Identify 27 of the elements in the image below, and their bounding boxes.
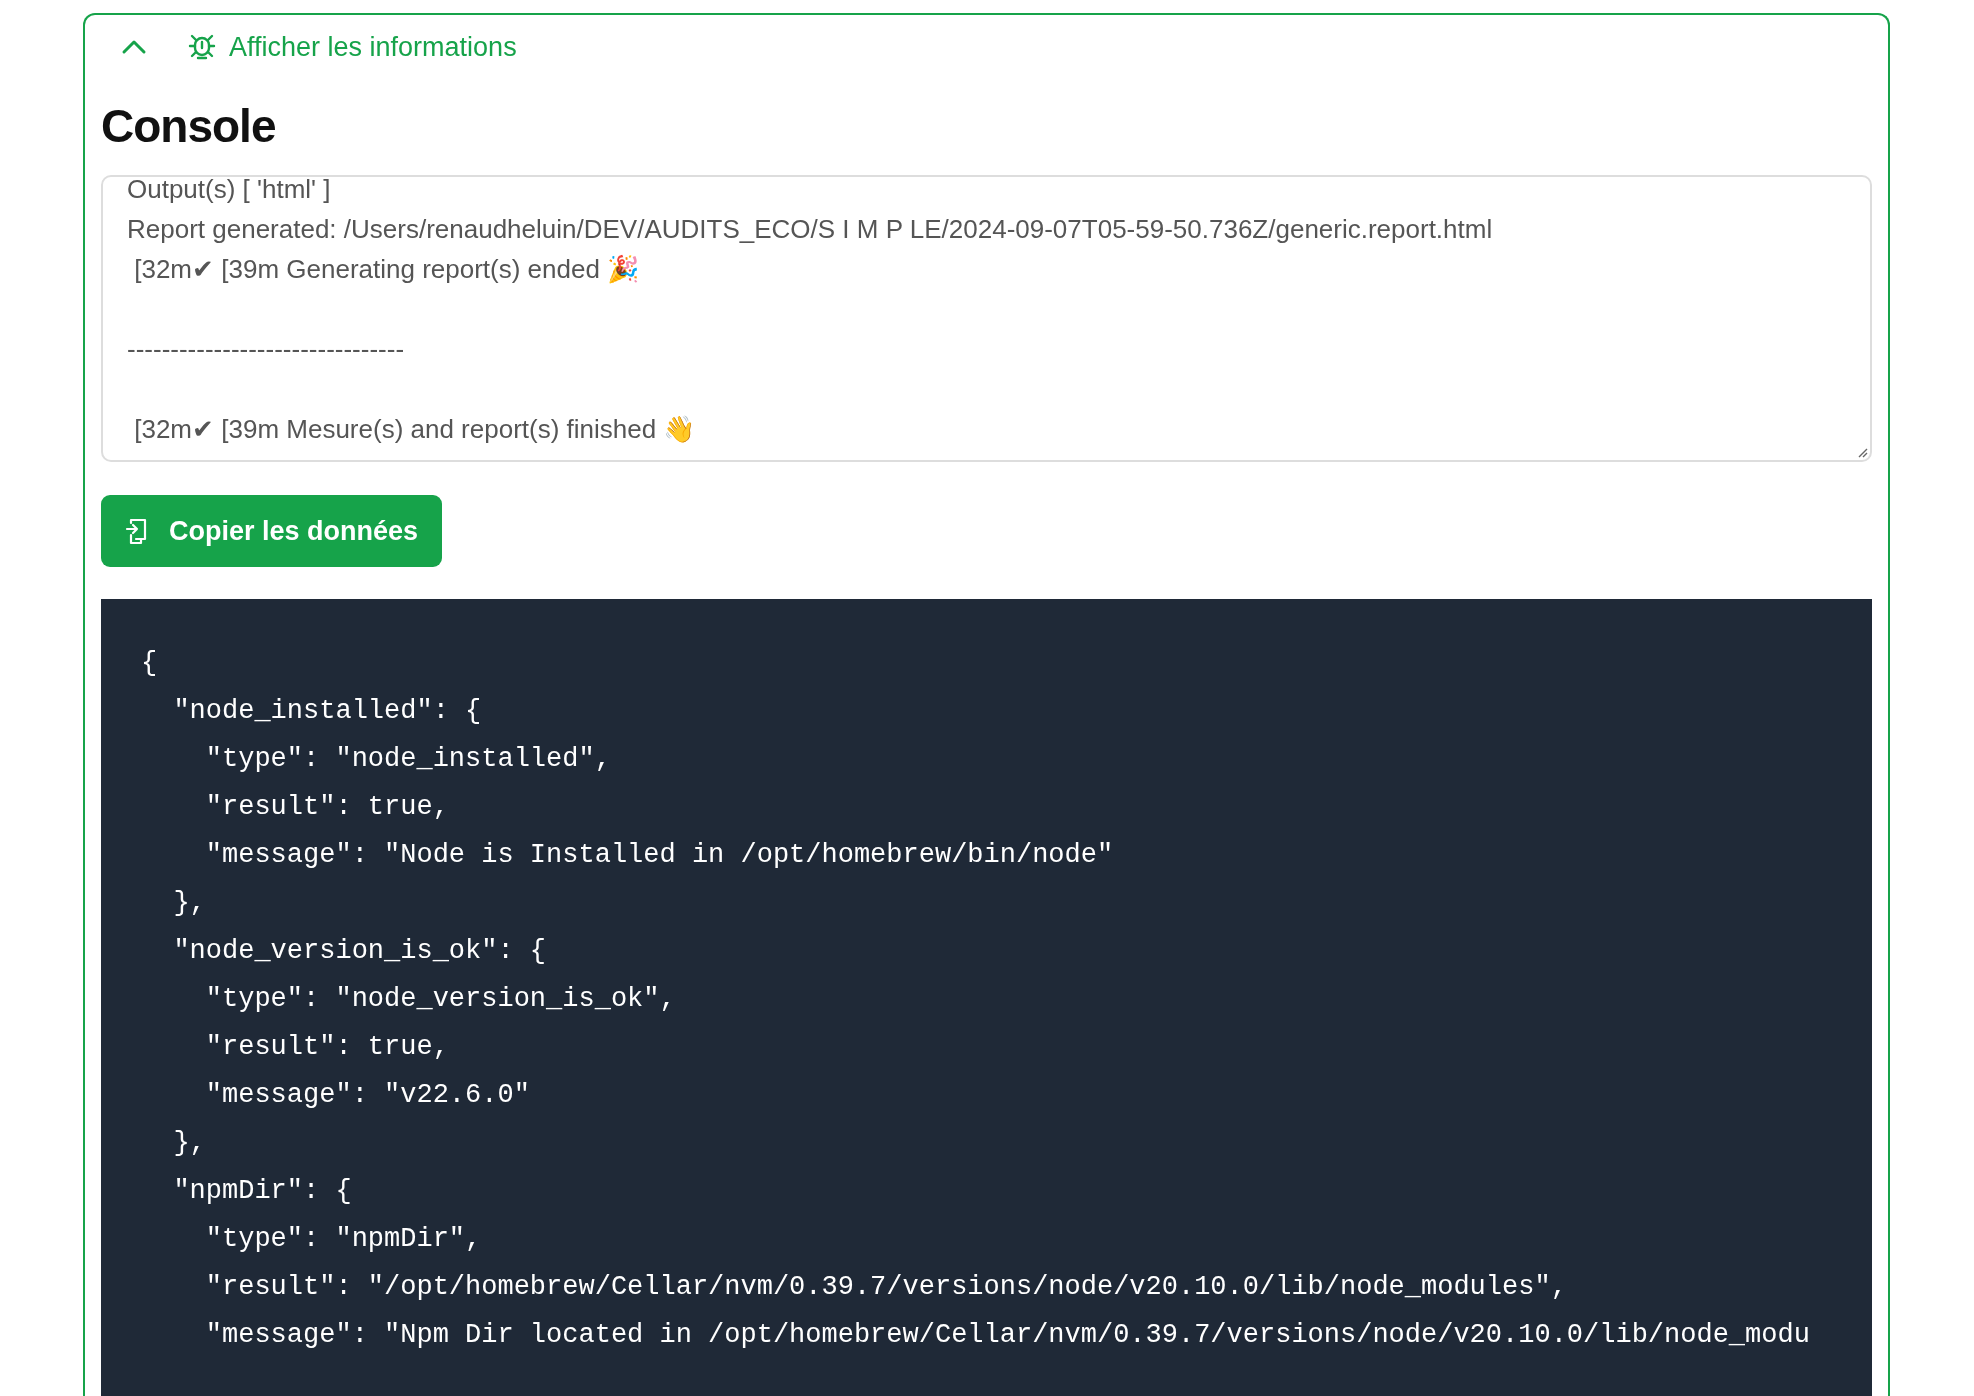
- code-line: "type": "npmDir",: [204, 1223, 482, 1256]
- chevron-icon[interactable]: [121, 39, 147, 55]
- code-line: "message": "Node is Installed in /opt/homebrew/bin/node": [204, 839, 1114, 872]
- code-line: "npmDir": {: [172, 1175, 352, 1208]
- bug-icon: [187, 32, 217, 62]
- copy-data-button[interactable]: Copier les données: [101, 495, 443, 567]
- console-line: [32m✔ [39m Mesure(s) and report(s) finished 👋: [133, 413, 696, 446]
- console-title: Console: [101, 99, 276, 153]
- code-line: {: [141, 647, 158, 680]
- console-line: Output(s) [ 'html' ]: [127, 177, 331, 206]
- toggle-label[interactable]: Afficher les informations: [229, 31, 517, 63]
- code-line: "result": true,: [204, 791, 449, 824]
- code-line: "type": "node_installed",: [204, 743, 611, 776]
- code-line: "node_version_is_ok": {: [172, 935, 547, 968]
- code-line: "node_installed": {: [172, 695, 482, 728]
- code-line: },: [172, 1127, 206, 1160]
- resize-handle-icon[interactable]: [1856, 446, 1868, 458]
- console-line: [32m✔ [39m Generating report(s) ended 🎉: [133, 253, 640, 286]
- code-line: "result": "/opt/homebrew/Cellar/nvm/0.39.7/versions/node/v20.10.0/lib/node_modules",: [204, 1271, 1567, 1304]
- console-output[interactable]: [101, 175, 1872, 462]
- code-line: "message": "Npm Dir located in /opt/homebrew/Cellar/nvm/0.39.7/versions/node/v20.10.0/lib/node_modu: [204, 1319, 1810, 1352]
- code-line: "type": "node_version_is_ok",: [204, 983, 676, 1016]
- code-line: },: [172, 887, 206, 920]
- code-line: "result": true,: [204, 1031, 449, 1064]
- code-line: "message": "v22.6.0": [204, 1079, 530, 1112]
- console-line: Report generated: /Users/renaudheluin/DEV/AUDITS_ECO/S I M P LE/2024-09-07T05-59-50.736Z/generic.report.html: [127, 213, 1493, 246]
- console-line: --------------------------------: [127, 333, 405, 366]
